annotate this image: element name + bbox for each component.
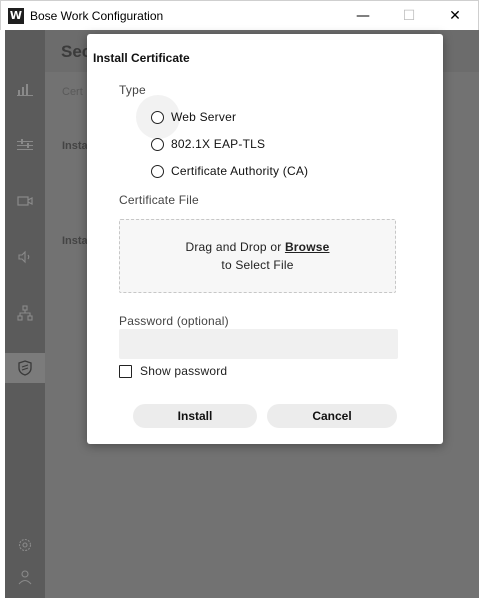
bose-app-icon: W xyxy=(8,7,24,24)
radio-button[interactable] xyxy=(151,164,164,178)
sidebar xyxy=(5,30,45,598)
window-title: Bose Work Configuration xyxy=(30,8,164,23)
stats-icon[interactable] xyxy=(5,74,45,104)
maximize-button[interactable]: ☐ xyxy=(386,1,432,31)
network-icon[interactable] xyxy=(5,298,45,328)
radio-button[interactable] xyxy=(151,137,164,151)
show-password-checkbox[interactable] xyxy=(119,364,132,378)
shield-icon[interactable] xyxy=(5,353,45,383)
install-certificate-dialog: Install Certificate Type Web Server 802.… xyxy=(87,34,443,444)
user-icon[interactable] xyxy=(5,562,45,592)
page-subtitle: Cert xyxy=(62,86,83,98)
browse-link[interactable]: Browse xyxy=(285,240,330,254)
camera-icon[interactable] xyxy=(5,186,45,216)
window-controls: — ☐ ✕ xyxy=(340,1,478,31)
dropzone-line2: to Select File xyxy=(221,258,294,272)
certificate-file-label: Certificate File xyxy=(119,193,199,207)
show-password-toggle[interactable]: Show password xyxy=(119,364,227,378)
password-label: Password (optional) xyxy=(119,314,229,328)
minimize-button[interactable]: — xyxy=(340,1,386,31)
radio-label: 802.1X EAP-TLS xyxy=(171,137,266,151)
radio-web-server[interactable]: Web Server xyxy=(151,110,236,124)
radio-label: Web Server xyxy=(171,110,237,124)
radio-button[interactable] xyxy=(151,110,164,124)
dropzone-prefix: Drag and Drop or xyxy=(185,240,285,254)
dropzone-text: Drag and Drop or Browse xyxy=(120,240,395,254)
settings-icon[interactable] xyxy=(5,530,45,560)
window-titlebar: W Bose Work Configuration — ☐ ✕ xyxy=(0,0,479,30)
radio-8021x-eap-tls[interactable]: 802.1X EAP-TLS xyxy=(151,137,265,151)
install-button[interactable]: Install xyxy=(133,404,257,428)
radio-label: Certificate Authority (CA) xyxy=(171,164,309,178)
sliders-icon[interactable] xyxy=(5,130,45,160)
speaker-icon[interactable] xyxy=(5,242,45,272)
show-password-label: Show password xyxy=(140,364,228,378)
cancel-button[interactable]: Cancel xyxy=(267,404,397,428)
type-label: Type xyxy=(119,83,146,97)
file-dropzone[interactable]: Drag and Drop or Browse to Select File xyxy=(119,219,396,293)
section-heading: Insta xyxy=(62,235,88,247)
close-button[interactable]: ✕ xyxy=(432,1,478,31)
password-input[interactable] xyxy=(119,329,398,359)
section-heading: Insta xyxy=(62,140,88,152)
radio-certificate-authority[interactable]: Certificate Authority (CA) xyxy=(151,164,308,178)
dialog-title: Install Certificate xyxy=(93,51,190,65)
